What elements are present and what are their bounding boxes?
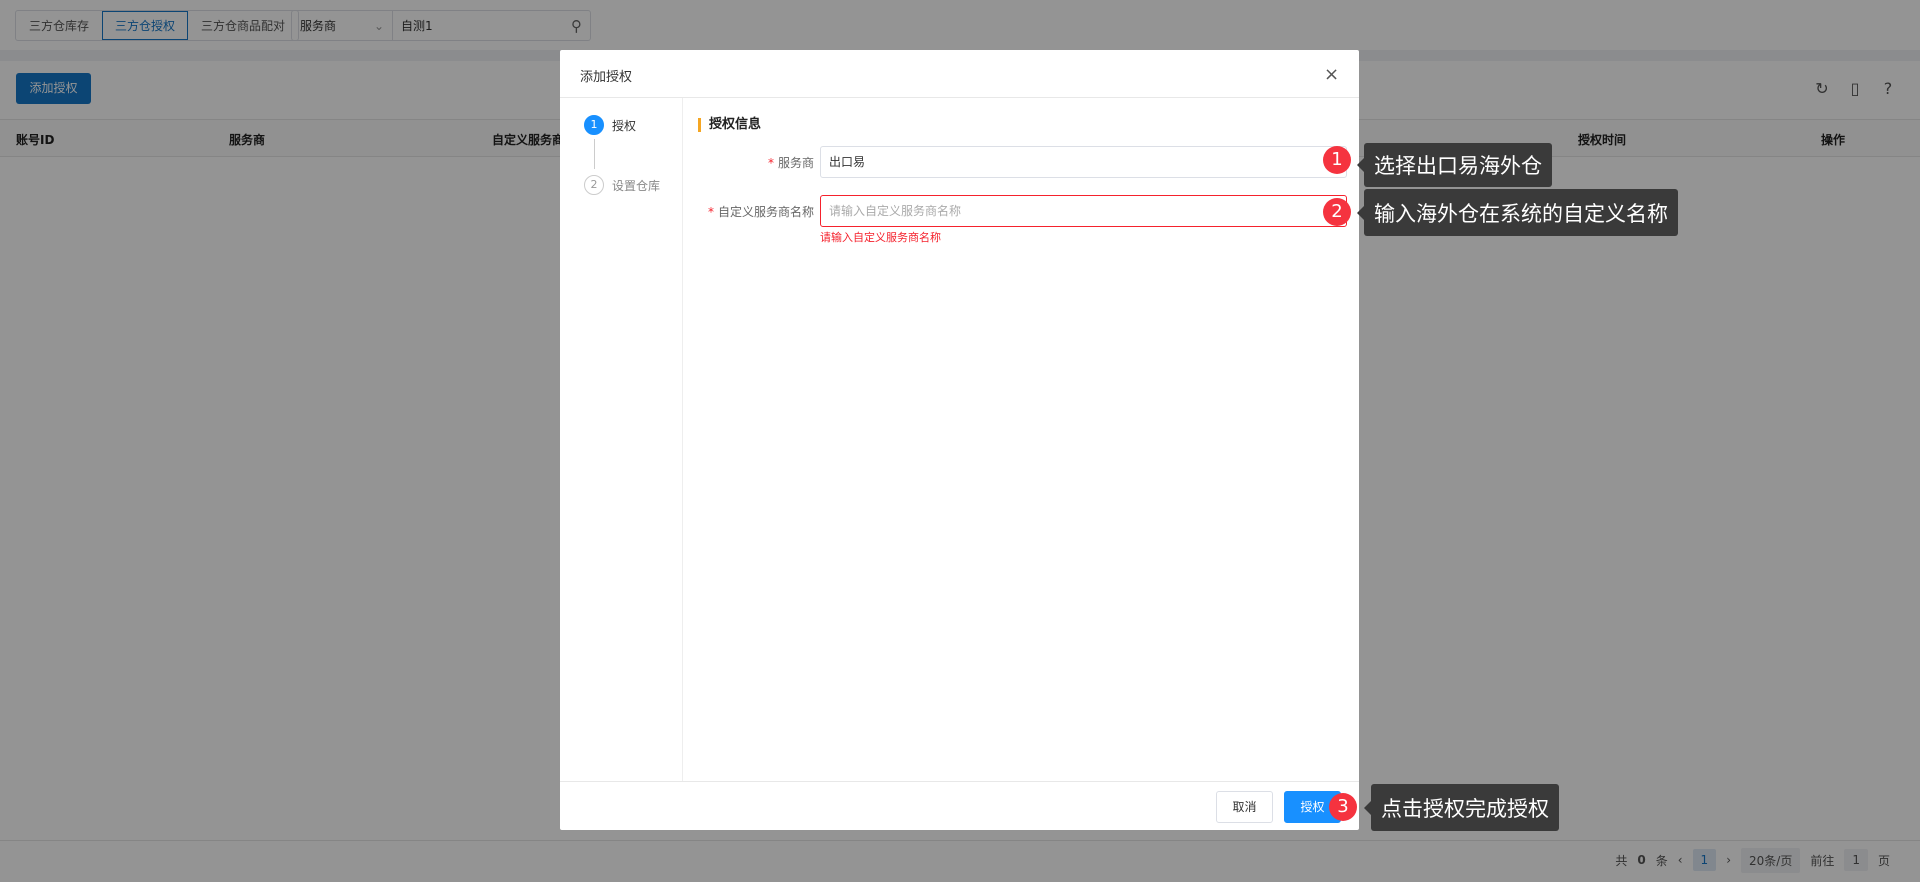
annotation-badge-2: 2 [1323,198,1351,226]
section-title: 授权信息 [698,118,761,132]
annotation-badge-1: 1 [1323,146,1351,174]
annotation-badge-3: 3 [1329,793,1357,821]
step-1-label: 授权 [612,119,637,133]
step-2-label: 设置仓库 [612,179,661,193]
cancel-button[interactable]: 取消 [1216,791,1273,823]
annotation-tip-1: 选择出口易海外仓 [1357,143,1552,187]
step-1-circle: 1 [584,115,604,135]
step-connector [594,139,595,169]
annotation-tip-3: 点击授权完成授权 [1364,784,1559,831]
provider-label: * 服务商 [767,156,814,170]
add-authorization-dialog: 添加授权 × 1 授权 2 设置仓库 授权信息 * 服务商 出口易 * 自定义服务商… [560,50,1359,830]
dialog-footer-divider [560,781,1359,782]
steps: 1 授权 2 设置仓库 [560,98,683,781]
annotation-tip-2: 输入海外仓在系统的自定义名称 [1357,189,1678,236]
custom-name-label: * 自定义服务商名称 [707,205,814,219]
provider-select[interactable]: 出口易 [820,146,1347,178]
dialog-header [560,50,1359,98]
dialog-title: 添加授权 [580,70,633,85]
close-icon[interactable]: × [1324,64,1339,85]
custom-name-input[interactable]: 请输入自定义服务商名称 [820,195,1347,227]
step-2-circle: 2 [584,175,604,195]
custom-name-error: 请输入自定义服务商名称 [820,231,941,244]
